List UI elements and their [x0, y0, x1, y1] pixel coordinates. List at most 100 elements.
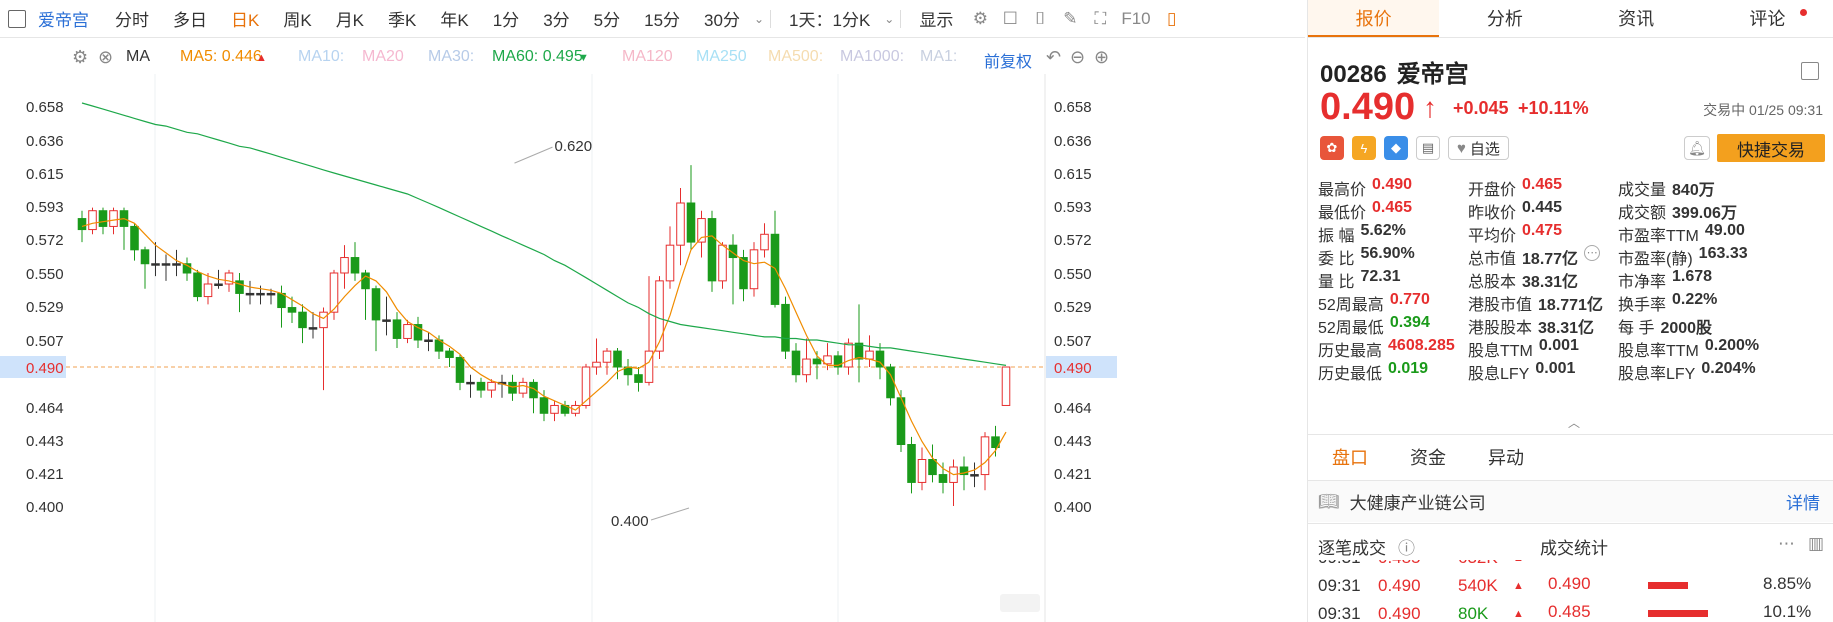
help-icon[interactable]: ⓘ — [1398, 534, 1415, 559]
chevron-up-icon[interactable]: ︿ — [1568, 414, 1580, 431]
more-icon[interactable]: ⋯ — [1584, 245, 1601, 261]
more-icon[interactable]: ⋯ — [1778, 534, 1795, 554]
candle-body[interactable] — [634, 374, 643, 383]
stock-name-link[interactable]: 爱帝宫 — [38, 6, 89, 31]
candle-body[interactable] — [739, 257, 748, 290]
bell-icon[interactable]: 🔔︎ — [1684, 136, 1710, 160]
industry-row[interactable]: 📖︎ 大健康产业链公司 详情 — [1308, 480, 1833, 522]
camera-icon[interactable]: ⌷ — [1025, 0, 1055, 38]
chevron-down-icon[interactable]: ⌄ — [884, 12, 894, 26]
candle-body[interactable] — [88, 210, 97, 231]
tf-3min[interactable]: 3分 — [543, 6, 569, 31]
industry-detail-link[interactable]: 详情 — [1786, 489, 1820, 514]
candle-body[interactable] — [98, 210, 108, 227]
zoom-out-icon[interactable]: ⊖ — [1070, 47, 1085, 68]
candle-body[interactable] — [161, 263, 171, 266]
candle-body[interactable] — [676, 202, 685, 246]
tab-fund[interactable]: 资金 — [1410, 444, 1446, 470]
period-dropdown[interactable]: 1天：1分K — [789, 6, 870, 31]
candle-body[interactable] — [140, 249, 150, 265]
tab-quote[interactable]: 报价 — [1308, 0, 1440, 37]
tab-movement[interactable]: 异动 — [1488, 444, 1524, 470]
candle-body[interactable] — [665, 244, 675, 282]
candle-body[interactable] — [151, 263, 160, 266]
settings-icon[interactable]: ⚙ — [72, 47, 88, 68]
candle-body[interactable] — [256, 292, 265, 296]
candle-body[interactable] — [844, 342, 853, 368]
tab-orderbook[interactable]: 盘口 — [1332, 444, 1368, 470]
candle-body[interactable] — [361, 272, 370, 290]
columns-icon[interactable]: ▥ — [1808, 534, 1824, 554]
candle-body[interactable] — [970, 474, 979, 477]
candle-body[interactable] — [791, 350, 801, 376]
f10-button[interactable]: F10 — [1121, 9, 1150, 29]
candle-body[interactable] — [686, 202, 696, 243]
chevron-down-icon[interactable]: ⌄ — [754, 12, 764, 26]
tf-yearly[interactable]: 年K — [440, 6, 468, 31]
candle-body[interactable] — [455, 356, 465, 383]
square-icon[interactable]: ☐ — [995, 0, 1025, 38]
candle-body[interactable] — [298, 311, 307, 329]
undo-icon[interactable]: ↶ — [1046, 47, 1061, 68]
lightning-icon[interactable]: ϟ — [1352, 136, 1376, 160]
candle-body[interactable] — [602, 350, 612, 363]
candle-body[interactable] — [403, 324, 412, 339]
candle-body[interactable] — [508, 381, 517, 394]
candle-body[interactable] — [518, 381, 528, 394]
candle-body[interactable] — [77, 218, 87, 231]
candle-body[interactable] — [224, 272, 234, 285]
candle-body[interactable] — [980, 436, 990, 476]
candle-body[interactable] — [550, 404, 559, 414]
candle-body[interactable] — [109, 210, 118, 227]
candle-body[interactable] — [445, 350, 454, 358]
tab-news[interactable]: 资讯 — [1571, 0, 1702, 37]
tf-weekly[interactable]: 周K — [283, 6, 311, 31]
candle-body[interactable] — [340, 257, 349, 274]
candle-body[interactable] — [539, 397, 549, 414]
candle-body[interactable] — [214, 283, 223, 286]
candle-body[interactable] — [287, 307, 297, 313]
candle-body[interactable] — [938, 474, 948, 483]
tf-15min[interactable]: 15分 — [644, 6, 680, 31]
candle-body[interactable] — [130, 225, 139, 251]
tf-daily[interactable]: 日K — [231, 6, 259, 31]
tf-5min[interactable]: 5分 — [594, 6, 620, 31]
candle-body[interactable] — [812, 358, 822, 365]
candle-body[interactable] — [203, 283, 213, 298]
sidebar-toggle-icon[interactable] — [8, 9, 26, 28]
tab-comments[interactable]: 评论 — [1702, 0, 1833, 37]
zoom-in-icon[interactable]: ⊕ — [1094, 47, 1109, 68]
layout-icon[interactable] — [1801, 62, 1819, 80]
close-icon[interactable]: ⊗ — [98, 47, 113, 68]
candle-body[interactable] — [613, 350, 622, 368]
candle-body[interactable] — [476, 381, 486, 391]
tf-intraday[interactable]: 分时 — [115, 6, 149, 31]
candle-body[interactable] — [592, 361, 601, 368]
ma-label[interactable]: MA — [126, 48, 150, 66]
candle-body[interactable] — [193, 272, 202, 298]
tf-monthly[interactable]: 月K — [336, 6, 364, 31]
candle-body[interactable] — [749, 249, 759, 290]
note-icon[interactable]: ▤ — [1416, 136, 1440, 160]
candle-body[interactable] — [781, 303, 790, 352]
tf-30min[interactable]: 30分 — [704, 6, 740, 31]
display-dropdown[interactable]: 显示 — [919, 6, 953, 31]
tf-1min[interactable]: 1分 — [493, 6, 519, 31]
candle-body[interactable] — [487, 381, 496, 391]
candle-body[interactable] — [371, 288, 381, 321]
candle-body[interactable] — [928, 459, 937, 476]
candle-body[interactable] — [697, 218, 706, 243]
candle-body[interactable] — [1001, 366, 1011, 406]
candle-body[interactable] — [581, 366, 591, 406]
candle-body[interactable] — [865, 350, 874, 360]
hk-flag-icon[interactable]: ✿ — [1320, 136, 1344, 160]
candle-body[interactable] — [424, 339, 433, 342]
settings-icon[interactable]: ⚙ — [965, 0, 995, 38]
candle-body[interactable] — [266, 292, 276, 296]
tf-quarterly[interactable]: 季K — [388, 6, 416, 31]
candle-body[interactable] — [350, 257, 360, 274]
candle-body[interactable] — [707, 218, 717, 282]
pen-icon[interactable]: ✎ — [1055, 0, 1085, 38]
candle-body[interactable] — [172, 263, 181, 266]
candle-body[interactable] — [466, 381, 475, 385]
